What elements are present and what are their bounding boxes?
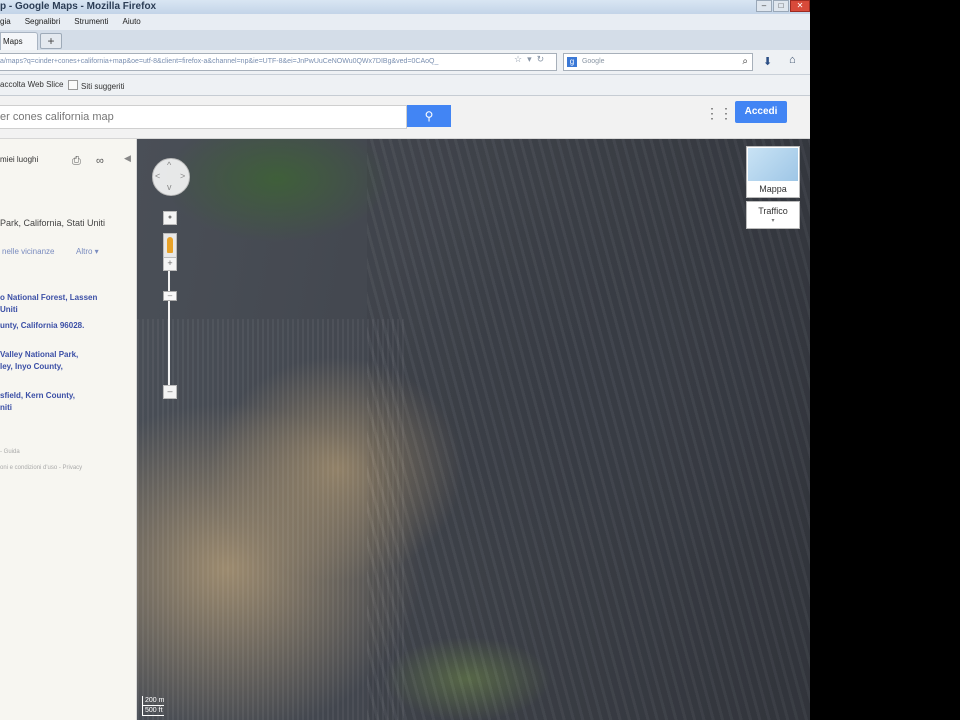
map-lava-texture xyxy=(367,139,810,720)
result-item[interactable]: sfield, Kern County, niti xyxy=(0,390,75,414)
left-panel: miei luoghi ⎙ ∞ ◀ Park, California, Stat… xyxy=(0,139,137,720)
window-controls: – □ ✕ xyxy=(756,0,810,12)
home-icon[interactable]: ⌂ xyxy=(789,54,796,66)
collapse-panel-icon[interactable]: ◀ xyxy=(124,153,131,164)
result-line: ley, Inyo County, xyxy=(0,362,63,371)
google-header: er cones california map ⚲ ⋮⋮ Accedi xyxy=(0,96,810,139)
maps-search-input[interactable]: er cones california map xyxy=(0,105,407,129)
menu-tools[interactable]: Strumenti xyxy=(74,14,108,30)
navigation-bar: a/maps?q=cinder+cones+california+map&oe=… xyxy=(0,50,810,75)
print-icon[interactable]: ⎙ xyxy=(72,155,81,168)
google-engine-icon[interactable]: g xyxy=(567,57,577,67)
scale-imperial: 500 ft xyxy=(142,706,165,716)
pan-left-icon[interactable]: < xyxy=(155,171,160,181)
result-line: sfield, Kern County, xyxy=(0,391,75,400)
minimize-button[interactable]: – xyxy=(756,0,772,12)
browser-search-placeholder: Google xyxy=(581,58,605,65)
url-bar-icons: ☆ ▾ ↻ xyxy=(514,54,544,65)
search-icon: ⚲ xyxy=(424,109,434,123)
tab-bar: Maps + xyxy=(0,30,810,51)
map-scale: 200 m 500 ft xyxy=(142,696,165,716)
result-line: unty, California 96028. xyxy=(0,321,85,330)
bookmarks-bar: accolta Web Slice Siti suggeriti xyxy=(0,75,810,96)
result-line: o National Forest, Lassen xyxy=(0,293,98,302)
reload-icon[interactable]: ↻ xyxy=(537,54,545,65)
zoom-slider-track[interactable] xyxy=(168,271,170,391)
traffic-button[interactable]: Traffico ▾ xyxy=(746,201,800,229)
link-icon[interactable]: ∞ xyxy=(96,155,104,167)
screen: p - Google Maps - Mozilla Firefox – □ ✕ … xyxy=(0,0,810,720)
tab-maps[interactable]: Maps xyxy=(0,32,38,50)
window-title: p - Google Maps - Mozilla Firefox xyxy=(0,1,157,12)
pan-up-icon[interactable]: ^ xyxy=(167,160,171,170)
result-item[interactable]: Valley National Park, ley, Inyo County, xyxy=(0,349,78,373)
menu-history[interactable]: gia xyxy=(0,14,11,30)
footer-terms-link[interactable]: oni e condizioni d'uso - Privacy xyxy=(0,465,82,471)
bookmark-web-slice[interactable]: accolta Web Slice xyxy=(0,80,63,89)
result-line: Uniti xyxy=(0,305,18,314)
pan-control[interactable]: ^ < > v xyxy=(152,158,190,196)
search-icon[interactable]: ⌕ xyxy=(742,54,748,70)
result-item[interactable]: o National Forest, Lassen Uniti xyxy=(0,292,97,316)
zoom-reset-icon[interactable]: ● xyxy=(163,211,177,225)
zoom-out-button[interactable]: – xyxy=(163,385,177,399)
maps-search-button[interactable]: ⚲ xyxy=(407,105,451,127)
map-thumbnail xyxy=(748,148,798,181)
bookmark-star-icon[interactable]: ☆ xyxy=(514,54,522,65)
bookmark-suggested-sites[interactable]: Siti suggeriti xyxy=(68,80,125,91)
url-bar[interactable]: a/maps?q=cinder+cones+california+map&oe=… xyxy=(0,53,557,71)
menu-help[interactable]: Aiuto xyxy=(123,14,141,30)
map-type-label: Mappa xyxy=(759,184,787,194)
dropdown-arrow-icon[interactable]: ▾ xyxy=(527,54,532,65)
pegman-icon[interactable] xyxy=(163,233,177,259)
apps-grid-icon[interactable]: ⋮⋮ xyxy=(705,106,733,120)
signin-button[interactable]: Accedi xyxy=(735,101,787,123)
zoom-control: ● + – – xyxy=(162,211,177,401)
pan-right-icon[interactable]: > xyxy=(180,171,185,181)
satellite-map[interactable]: ^ < > v ● + – – Mappa Traffico ▾ 200 m 5… xyxy=(137,139,810,720)
my-places-link[interactable]: miei luoghi xyxy=(0,155,38,164)
zoom-slider-handle[interactable]: – xyxy=(163,291,177,301)
menu-bookmarks[interactable]: Segnalibri xyxy=(25,14,61,30)
window-titlebar: p - Google Maps - Mozilla Firefox – □ ✕ xyxy=(0,0,810,14)
more-link[interactable]: Altro ▾ xyxy=(76,247,99,256)
traffic-label: Traffico xyxy=(758,206,788,216)
result-item[interactable]: unty, California 96028. xyxy=(0,320,84,332)
download-icon[interactable]: ⬇ xyxy=(763,55,772,68)
nearby-link[interactable]: nelle vicinanze xyxy=(2,247,54,256)
result-line: niti xyxy=(0,403,12,412)
browser-search-input[interactable]: g Google ⌕ xyxy=(563,53,753,71)
chevron-down-icon: ▾ xyxy=(771,218,775,224)
menu-bar: gia Segnalibri Strumenti Aiuto xyxy=(0,14,810,30)
close-window-button[interactable]: ✕ xyxy=(790,0,810,12)
footer-guide-link[interactable]: - Guida xyxy=(0,449,20,455)
result-line: Valley National Park, xyxy=(0,350,79,359)
place-address: Park, California, Stati Uniti xyxy=(0,218,106,228)
zoom-in-button[interactable]: + xyxy=(163,257,177,271)
new-tab-button[interactable]: + xyxy=(40,33,62,49)
scale-metric: 200 m xyxy=(142,696,165,706)
maximize-button[interactable]: □ xyxy=(773,0,789,12)
pan-down-icon[interactable]: v xyxy=(167,182,172,192)
map-type-button[interactable]: Mappa xyxy=(746,146,800,198)
